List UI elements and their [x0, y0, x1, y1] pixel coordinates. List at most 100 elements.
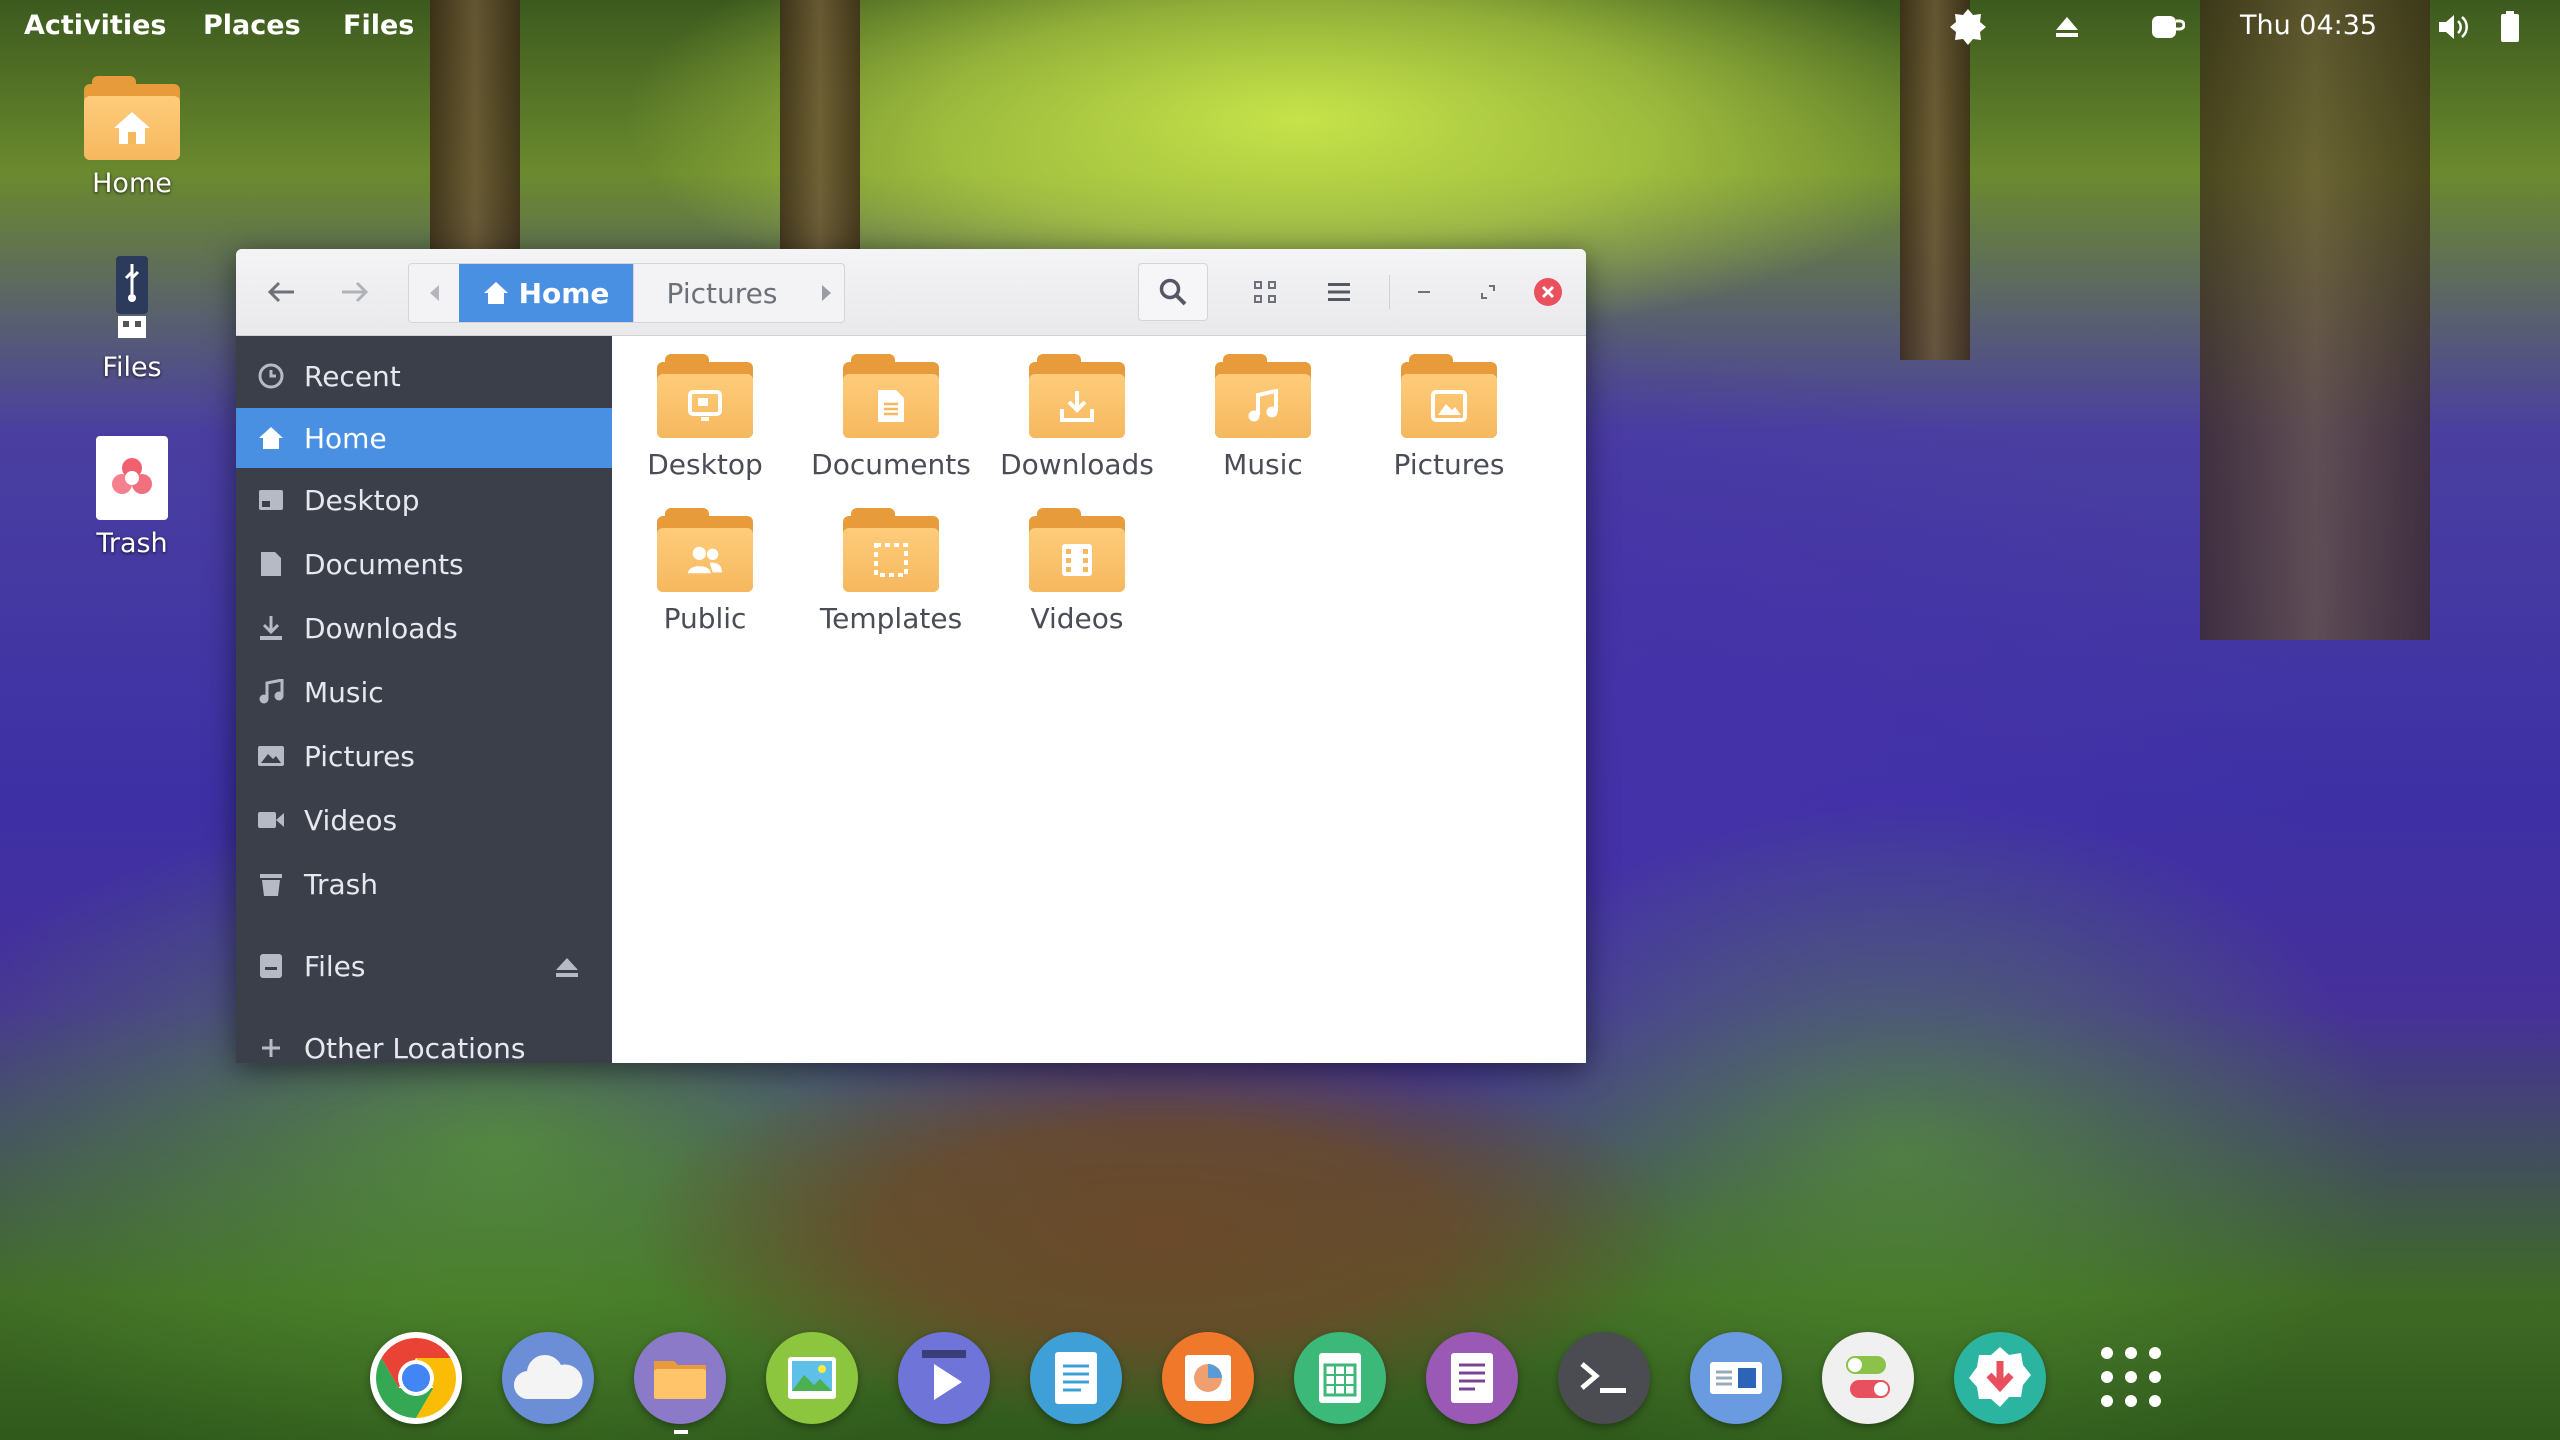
clock-icon: [256, 363, 286, 389]
dock-document-writer[interactable]: [1426, 1332, 1518, 1424]
desktop-icon-home[interactable]: Home: [62, 76, 202, 199]
sidebar-item-music[interactable]: Music: [236, 662, 612, 722]
desktop-icon-label: Files: [102, 352, 162, 383]
picture-icon: [256, 744, 286, 768]
file-view: Desktop Documents Downloads Music Pictur…: [612, 336, 1586, 1063]
grid-view-button[interactable]: [1230, 263, 1300, 321]
folder-icon: [843, 508, 939, 592]
grid-icon: [1254, 281, 1276, 303]
dock-image-viewer[interactable]: [766, 1332, 858, 1424]
folder-icon: [1029, 354, 1125, 438]
path-bar: Home Pictures: [408, 263, 845, 323]
folder-icon: [1401, 354, 1497, 438]
desktop-icon-label: Trash: [96, 528, 168, 559]
activities-button[interactable]: Activities: [24, 10, 166, 41]
picture-icon: [1431, 388, 1467, 424]
folder-icon: [1215, 354, 1311, 438]
search-icon: [1159, 278, 1187, 306]
sidebar-item-documents[interactable]: Documents: [236, 534, 612, 594]
sidebar-item-pictures[interactable]: Pictures: [236, 726, 612, 786]
brightness-icon[interactable]: [1948, 8, 1988, 46]
folder-documents[interactable]: Documents: [798, 354, 984, 481]
dock-cloud[interactable]: [502, 1332, 594, 1424]
minimize-button[interactable]: [1404, 263, 1444, 321]
path-scroll-left-button[interactable]: [409, 264, 459, 322]
tree-trunk: [2200, 0, 2430, 640]
home-icon: [483, 282, 508, 304]
cloud-icon: [513, 1355, 583, 1400]
document-icon: [873, 388, 909, 424]
home-folder-icon: [84, 76, 180, 160]
dock-video-player[interactable]: [898, 1332, 990, 1424]
sidebar-item-videos[interactable]: Videos: [236, 790, 612, 850]
video-icon: [1059, 542, 1095, 578]
toggle-icon: [1846, 1356, 1890, 1398]
top-bar: Activities Places Files Thu 04:35: [0, 0, 2560, 54]
folder-icon: [657, 354, 753, 438]
sidebar-item-trash[interactable]: Trash: [236, 854, 612, 914]
places-menu[interactable]: Places: [203, 10, 301, 41]
coffee-cup-icon[interactable]: [2148, 8, 2186, 46]
dock-presentation[interactable]: [1162, 1332, 1254, 1424]
dock-app-grid[interactable]: [2098, 1344, 2164, 1410]
dock-spreadsheet[interactable]: [1294, 1332, 1386, 1424]
folder-downloads[interactable]: Downloads: [984, 354, 1170, 481]
maximize-button[interactable]: [1468, 263, 1508, 321]
header-bar: Home Pictures: [236, 249, 1586, 336]
template-icon: [873, 542, 909, 578]
path-segment-pictures[interactable]: Pictures: [633, 264, 810, 322]
eject-icon[interactable]: [554, 954, 580, 987]
search-button[interactable]: [1138, 263, 1208, 321]
sidebar-item-recent[interactable]: Recent: [236, 346, 612, 406]
sidebar-item-home[interactable]: Home: [236, 408, 612, 468]
clock[interactable]: Thu 04:35: [2240, 10, 2377, 41]
menu-button[interactable]: [1304, 263, 1374, 321]
eject-icon[interactable]: [2052, 8, 2082, 46]
spreadsheet-icon: [1319, 1353, 1361, 1403]
app-grid-icon: [2101, 1347, 2161, 1407]
dock-text-editor[interactable]: [1030, 1332, 1122, 1424]
music-icon: [1245, 388, 1281, 424]
path-segment-home[interactable]: Home: [459, 264, 633, 322]
forward-button[interactable]: [330, 263, 380, 321]
dock-tweaks[interactable]: [1822, 1332, 1914, 1424]
desktop-icon-files[interactable]: Files: [62, 254, 202, 383]
folder-public[interactable]: Public: [612, 508, 798, 635]
path-scroll-right-button[interactable]: [810, 264, 844, 322]
chrome-icon: [376, 1338, 456, 1418]
close-button[interactable]: [1528, 263, 1568, 321]
hamburger-icon: [1328, 283, 1350, 301]
display-icon: [1710, 1362, 1762, 1394]
close-icon: [1534, 278, 1562, 306]
desktop-icon-trash[interactable]: Trash: [62, 436, 202, 559]
sidebar-item-desktop[interactable]: Desktop: [236, 470, 612, 530]
people-icon: [687, 542, 723, 578]
folder-pictures[interactable]: Pictures: [1356, 354, 1542, 481]
folder-icon: [654, 1361, 706, 1399]
sidebar: Recent Home Desktop Documents Downloads …: [236, 336, 612, 1063]
back-button[interactable]: [256, 263, 306, 321]
app-menu[interactable]: Files: [343, 10, 414, 41]
dock-display-settings[interactable]: [1690, 1332, 1782, 1424]
play-icon: [922, 1350, 966, 1400]
battery-icon[interactable]: [2498, 8, 2522, 46]
dock-chrome[interactable]: [370, 1332, 462, 1424]
volume-icon[interactable]: [2436, 8, 2470, 46]
video-icon: [256, 809, 286, 831]
folder-music[interactable]: Music: [1170, 354, 1356, 481]
document-icon: [1451, 1353, 1493, 1403]
dock-software-center[interactable]: [1954, 1332, 2046, 1424]
folder-templates[interactable]: Templates: [798, 508, 984, 635]
desktop-icon: [256, 488, 286, 512]
usb-drive-icon: [112, 254, 152, 344]
dock-terminal[interactable]: [1558, 1332, 1650, 1424]
trash-icon: [256, 871, 286, 897]
terminal-icon: [1580, 1362, 1626, 1393]
folder-desktop[interactable]: Desktop: [612, 354, 798, 481]
sidebar-item-files-drive[interactable]: Files: [236, 936, 612, 996]
sidebar-item-downloads[interactable]: Downloads: [236, 598, 612, 658]
sidebar-item-other-locations[interactable]: Other Locations: [236, 1018, 612, 1063]
folder-icon: [1029, 508, 1125, 592]
dock-files[interactable]: [634, 1332, 726, 1424]
folder-videos[interactable]: Videos: [984, 508, 1170, 635]
